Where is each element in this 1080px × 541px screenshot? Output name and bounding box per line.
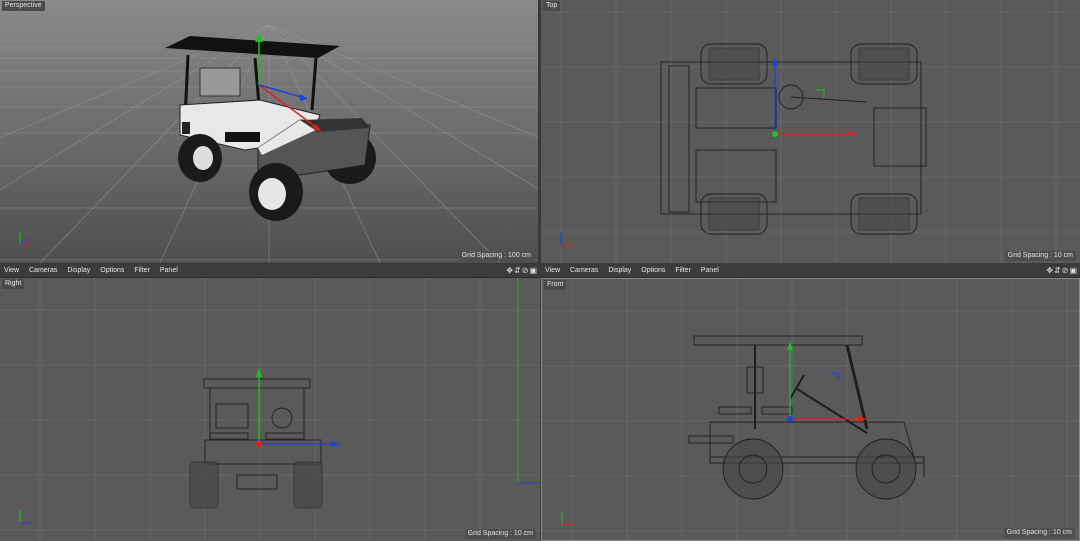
menu-options[interactable]: Options [637, 265, 669, 277]
menubar-front-viewport: View Cameras Display Options Filter Pane… [541, 265, 1080, 278]
grid-spacing-label: Grid Spacing : 10 cm [464, 529, 536, 539]
grid-spacing-label: Grid Spacing : 10 cm [1004, 251, 1076, 261]
right-scene [0, 278, 540, 541]
viewport-label: Top [543, 1, 561, 11]
world-axis-right [19, 510, 32, 524]
tire-bottom-right [850, 193, 918, 235]
menu-filter[interactable]: Filter [671, 265, 695, 277]
menu-display[interactable]: Display [63, 265, 94, 277]
viewport-front[interactable]: Front Grid Spacing : 10 cm [541, 278, 1080, 541]
menu-panel[interactable]: Panel [156, 265, 182, 277]
viewport-label: Front [544, 280, 567, 290]
menu-display[interactable]: Display [604, 265, 635, 277]
grid-spacing-label: Grid Spacing : 100 cm [458, 251, 534, 261]
move-view-icon[interactable]: ✥ [506, 266, 514, 275]
top-scene [541, 0, 1080, 263]
tire-bottom-left [700, 193, 768, 235]
viewport-right[interactable]: Right Grid Spacing : 10 cm [0, 278, 540, 541]
viewport-label: Perspective [2, 1, 45, 11]
menu-view[interactable]: View [0, 265, 23, 277]
menu-cameras[interactable]: Cameras [25, 265, 61, 277]
golf-cart-front [688, 335, 925, 500]
gizmo-right [256, 368, 340, 447]
gizmo-top [772, 58, 857, 137]
perspective-scene [0, 0, 538, 263]
grid-spacing-label: Grid Spacing : 10 cm [1003, 528, 1075, 538]
zoom-view-icon[interactable]: ⇵ [514, 266, 522, 275]
viewport-nav-icons: ✥⇵⊘▣ [506, 265, 538, 277]
maximize-view-icon[interactable]: ▣ [1069, 266, 1078, 275]
world-axis-top [560, 232, 573, 246]
menubar-right-viewport: View Cameras Display Options Filter Pane… [0, 265, 540, 278]
maximize-view-icon[interactable]: ▣ [529, 266, 538, 275]
top-grid [541, 0, 1080, 263]
zoom-view-icon[interactable]: ⇵ [1054, 266, 1062, 275]
menu-filter[interactable]: Filter [130, 265, 154, 277]
menu-options[interactable]: Options [96, 265, 128, 277]
move-view-icon[interactable]: ✥ [1046, 266, 1054, 275]
front-scene [542, 279, 1079, 540]
viewport-nav-icons: ✥⇵⊘▣ [1046, 265, 1078, 277]
tire-top-left [700, 43, 768, 85]
golf-cart-top [660, 43, 927, 235]
viewport-label: Right [2, 279, 25, 289]
viewport-top[interactable]: Top Grid Spacing : 10 cm [541, 0, 1080, 263]
menu-cameras[interactable]: Cameras [566, 265, 602, 277]
menu-panel[interactable]: Panel [697, 265, 723, 277]
right-grid [0, 278, 540, 541]
viewport-perspective[interactable]: Perspective Grid Spacing : 100 cm [0, 0, 538, 263]
front-grid [542, 279, 1079, 540]
menu-view[interactable]: View [541, 265, 564, 277]
tire-top-right [850, 43, 918, 85]
